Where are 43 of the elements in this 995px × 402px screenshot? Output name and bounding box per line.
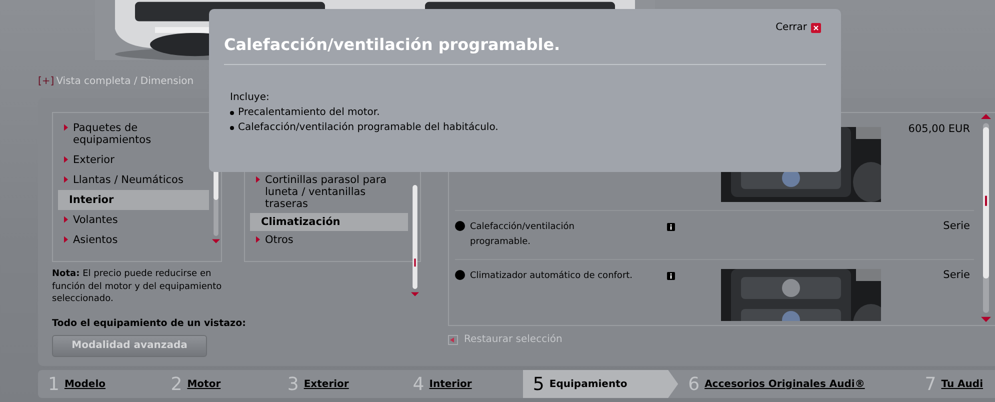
overview-label: Todo el equipamiento de un vistazo: [52, 318, 246, 328]
bullet-icon [455, 270, 465, 280]
close-button[interactable]: Cerrar [776, 22, 821, 33]
step-tab[interactable]: 5 Equipamiento [522, 370, 678, 398]
category-item[interactable]: Interior [58, 190, 209, 210]
caret-icon [64, 156, 68, 163]
expand-icon: [+] [38, 76, 54, 86]
step-tab[interactable]: 3 Exterior [277, 370, 403, 398]
subcategory-item[interactable]: Cortinillas parasol para luneta / ventanillas traseras [250, 171, 408, 213]
bullet-icon [230, 126, 234, 130]
option-price: 605,00 EUR [907, 123, 971, 137]
info-icon[interactable] [667, 272, 675, 280]
dialog-title: Calefacción/ventilación programable. [224, 35, 826, 65]
option-price: Serie [942, 220, 971, 234]
category-item[interactable]: Exterior [58, 150, 209, 170]
bullet-icon [455, 221, 465, 231]
info-icon[interactable] [667, 223, 675, 231]
caret-icon [64, 124, 68, 131]
step-tab[interactable]: 1 Modelo [38, 370, 161, 398]
step-tab[interactable]: 4 Interior [402, 370, 523, 398]
caret-icon [256, 176, 260, 183]
option-name: Calefacción/ventilación programable. [470, 220, 576, 249]
option-name: Climatizador automático de confort. [470, 270, 634, 283]
step-tab[interactable]: 7 Tu Audi [914, 370, 995, 398]
category-item[interactable]: Llantas / Neumáticos [58, 170, 209, 190]
price-note: Nota: El precio puede reducirse en función del motor y del equipamiento seleccionado. [52, 268, 223, 306]
caret-icon [256, 236, 260, 243]
category-item[interactable]: Volantes [58, 210, 209, 230]
category-item[interactable]: Paquetes de equipamientos [58, 118, 209, 150]
dialog-text: Incluye: [230, 91, 270, 105]
close-icon [811, 22, 821, 32]
step-tab[interactable]: 6 Accesorios Originales Audi® [678, 370, 915, 398]
category-item[interactable]: Asientos [58, 230, 209, 250]
bullet-icon [230, 110, 234, 114]
dialog-bullet: Calefacción/ventilación programable del habitáculo. [238, 121, 498, 135]
option-price: Serie [942, 269, 971, 283]
subcategory-item[interactable]: Otros [250, 231, 408, 249]
subcategory-item[interactable]: Climatización [250, 213, 408, 231]
caret-icon [64, 176, 68, 183]
caret-icon [64, 216, 68, 223]
step-tab[interactable]: 2 Motor [160, 370, 278, 398]
caret-icon [64, 236, 68, 243]
dialog-bullet: Precalentamiento del motor. [238, 106, 380, 120]
